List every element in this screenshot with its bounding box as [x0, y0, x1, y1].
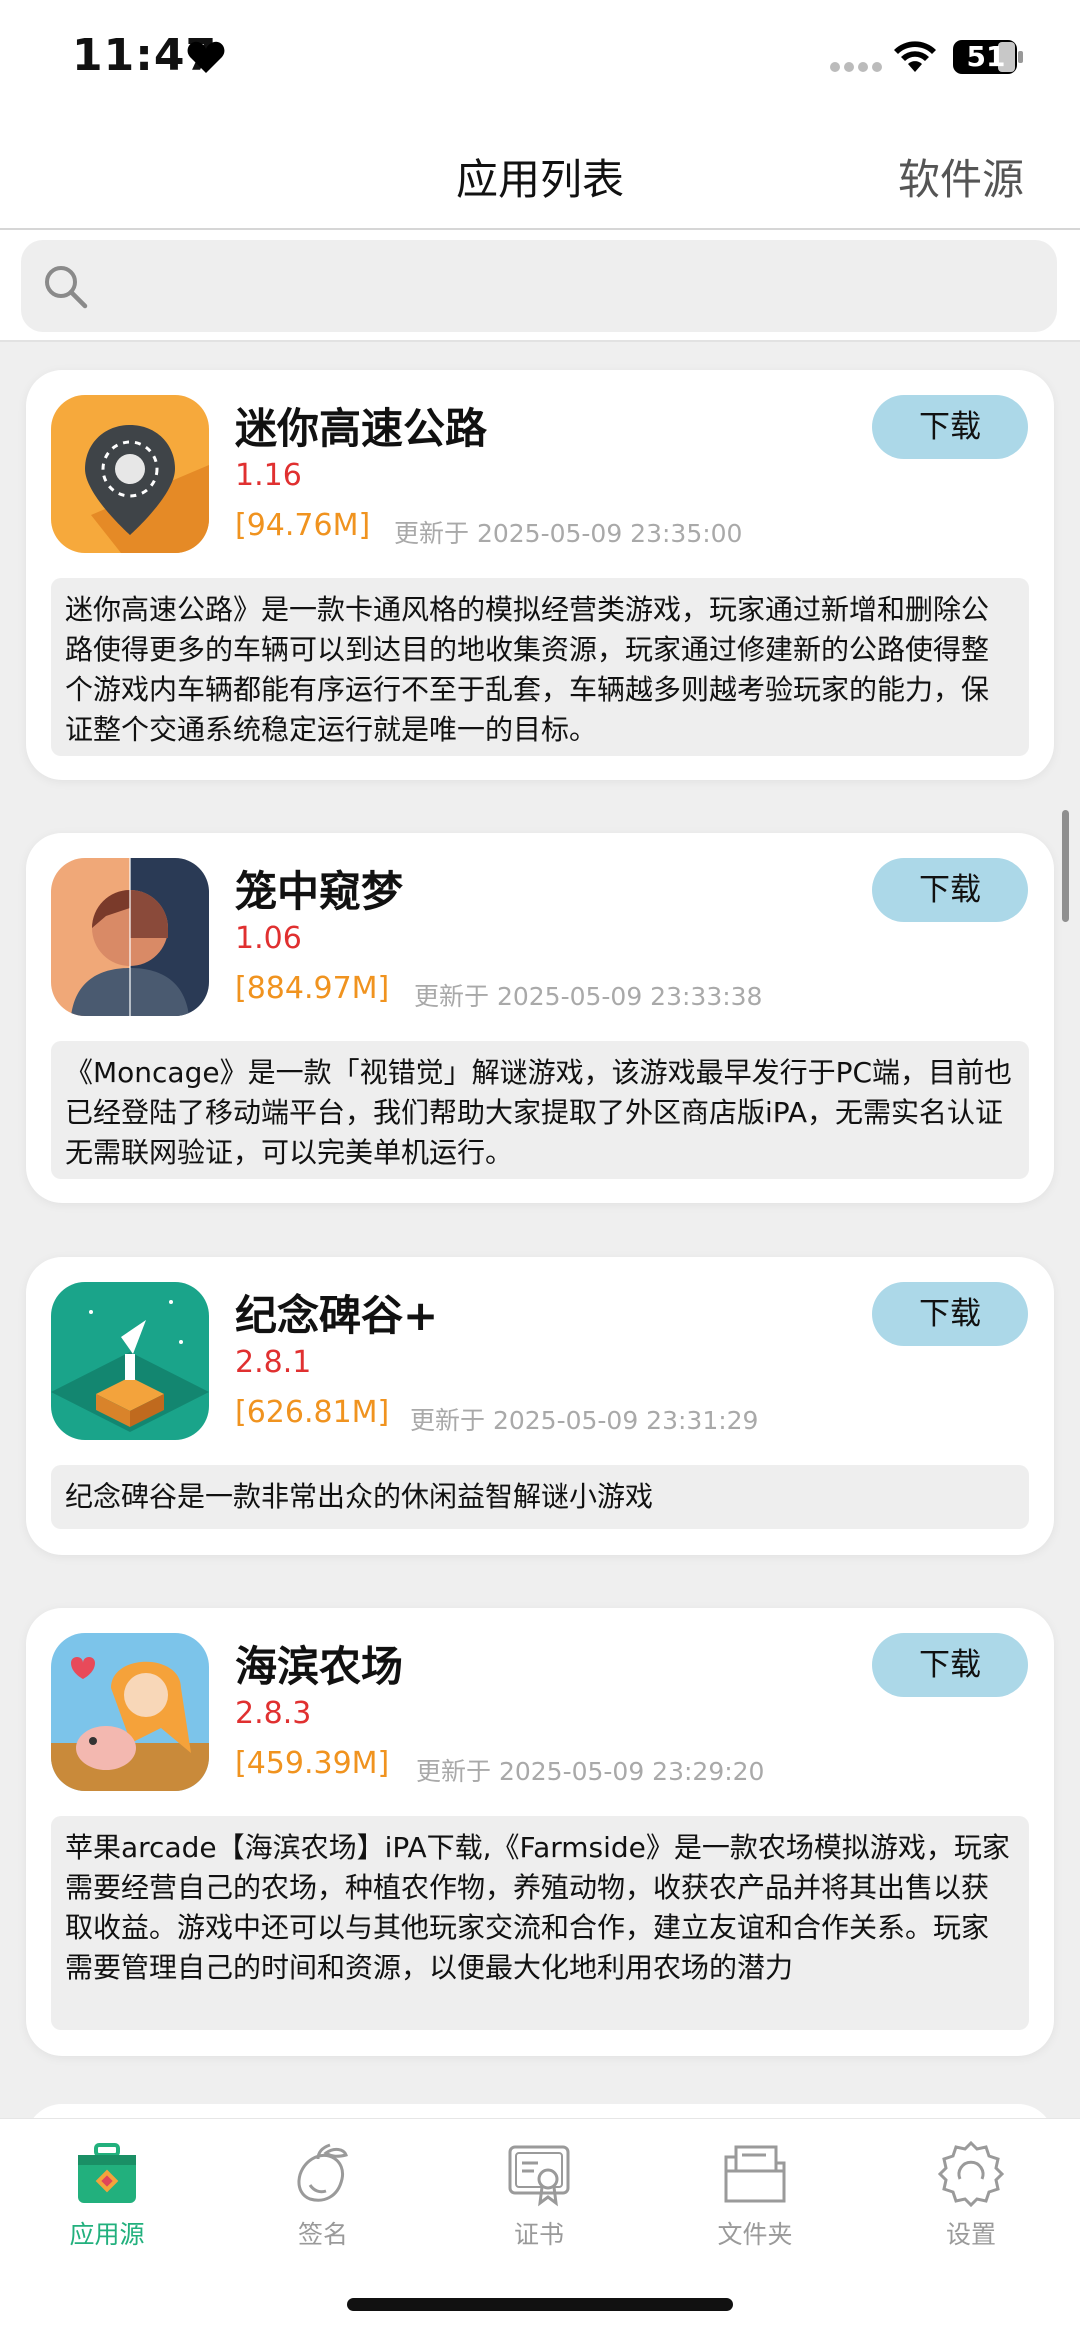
certificate-icon — [508, 2145, 570, 2207]
app-version: 2.8.3 — [235, 1696, 312, 1731]
app-name: 纪念碑谷+ — [235, 1291, 439, 1340]
download-button[interactable]: 下载 — [872, 1633, 1028, 1697]
app-name: 笼中窥梦 — [235, 867, 404, 916]
app-description: 《Moncage》是一款「视错觉」解谜游戏，该游戏最早发行于PC端，目前也已经登… — [51, 1041, 1029, 1179]
app-updated-time: 更新于 2025-05-09 23:31:29 — [410, 1406, 759, 1435]
cellular-signal-icon — [830, 62, 882, 72]
app-icon-mini-highway — [51, 395, 209, 553]
download-button[interactable]: 下载 — [872, 395, 1028, 459]
app-icon-farmside — [51, 1633, 209, 1791]
search-icon — [45, 266, 88, 309]
app-card[interactable]: 迷你高速公路 1.16 [94.76M] 更新于 2025-05-09 23:3… — [26, 370, 1054, 780]
tab-folder[interactable]: 文件夹 — [675, 2139, 835, 2269]
search-area — [0, 230, 1080, 342]
gear-icon — [937, 2140, 1005, 2208]
mango-icon — [297, 2143, 348, 2202]
download-button[interactable]: 下载 — [872, 1282, 1028, 1346]
app-description: 苹果arcade【海滨农场】iPA下载,《Farmside》是一款农场模拟游戏，… — [51, 1816, 1029, 2030]
tab-label: 应用源 — [69, 2220, 145, 2249]
tab-label: 签名 — [297, 2220, 348, 2249]
app-name: 海滨农场 — [235, 1642, 404, 1691]
download-button[interactable]: 下载 — [872, 858, 1028, 922]
app-size: [94.76M] — [235, 508, 371, 543]
app-card[interactable]: 海滨农场 2.8.3 [459.39M] 更新于 2025-05-09 23:2… — [26, 1608, 1054, 2056]
app-icon-moncage — [51, 858, 209, 1016]
tab-label: 设置 — [945, 2220, 996, 2249]
app-updated-time: 更新于 2025-05-09 23:33:38 — [414, 982, 763, 1011]
app-icon-monument-valley — [51, 1282, 209, 1440]
app-description: 迷你高速公路》是一款卡通风格的模拟经营类游戏，玩家通过新增和删除公路使得更多的车… — [51, 578, 1029, 756]
app-name: 迷你高速公路 — [235, 404, 488, 453]
app-version: 2.8.1 — [235, 1345, 312, 1380]
tab-app-source[interactable]: 应用源 — [27, 2139, 187, 2269]
tab-label: 证书 — [513, 2220, 564, 2249]
tab-certificate[interactable]: 证书 — [459, 2139, 619, 2269]
app-size: [884.97M] — [235, 971, 390, 1006]
app-updated-time: 更新于 2025-05-09 23:35:00 — [394, 519, 743, 548]
toolbox-icon — [78, 2143, 136, 2203]
status-bar: 11:47 51 — [0, 0, 1080, 120]
app-card[interactable]: 笼中窥梦 1.06 [884.97M] 更新于 2025-05-09 23:33… — [26, 833, 1054, 1203]
wifi-icon — [894, 41, 936, 72]
app-version: 1.06 — [235, 921, 302, 956]
scroll-indicator[interactable] — [1062, 810, 1069, 922]
search-input[interactable] — [21, 240, 1057, 332]
app-description: 纪念碑谷是一款非常出众的休闲益智解谜小游戏 — [51, 1465, 1029, 1529]
heart-icon — [187, 41, 225, 73]
app-size: [459.39M] — [235, 1746, 390, 1781]
folder-icon — [724, 2145, 786, 2203]
home-indicator[interactable] — [347, 2298, 733, 2311]
app-card[interactable]: 纪念碑谷+ 2.8.1 [626.81M] 更新于 2025-05-09 23:… — [26, 1257, 1054, 1555]
battery-level: 51 — [966, 40, 1006, 73]
app-updated-time: 更新于 2025-05-09 23:29:20 — [416, 1757, 765, 1786]
tab-label: 文件夹 — [717, 2220, 793, 2249]
tab-sign[interactable]: 签名 — [243, 2139, 403, 2269]
app-size: [626.81M] — [235, 1395, 390, 1430]
tab-settings[interactable]: 设置 — [891, 2139, 1051, 2269]
software-source-button[interactable]: 软件源 — [898, 146, 1024, 207]
nav-bar: 应用列表 软件源 — [0, 120, 1080, 230]
app-version: 1.16 — [235, 458, 302, 493]
